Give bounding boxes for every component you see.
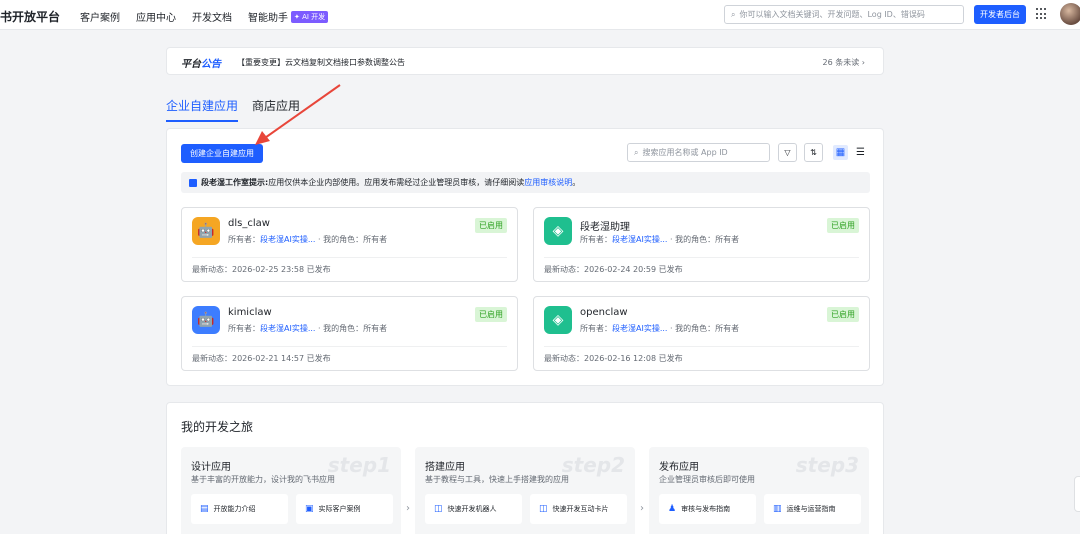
app-tabs: 企业自建应用 商店应用	[166, 97, 300, 122]
search-icon: ⌕	[731, 9, 736, 19]
brand-logo[interactable]: 书开放平台	[0, 8, 60, 25]
developer-console-button[interactable]: 开发者后台	[974, 5, 1026, 24]
avatar[interactable]	[1060, 3, 1080, 25]
step-build: 搭建应用 基于教程与工具，快速上手搭建我的应用 step2 ◫ 快速开发机器人 ◫…	[415, 447, 635, 534]
bot-quickstart-button[interactable]: ◫ 快速开发机器人	[425, 494, 522, 524]
robot-icon: 🤖	[192, 217, 220, 245]
ai-label: 智能助手	[248, 13, 288, 24]
grid-view-icon[interactable]: ▦	[833, 145, 848, 160]
app-name: openclaw	[580, 307, 628, 318]
app-meta: 所有者：段老湿AI实操... · 我的角色：所有者	[580, 324, 740, 333]
unread-count-link[interactable]: 26 条未读 ›	[823, 57, 865, 68]
review-guide-link[interactable]: 应用审核说明	[524, 177, 572, 188]
status-badge: 已启用	[827, 218, 859, 233]
divider	[192, 346, 507, 347]
capabilities-intro-button[interactable]: ▤ 开放能力介绍	[191, 494, 288, 524]
search-placeholder: 你可以输入文档关键词、开发问题、Log ID、错误码	[739, 10, 925, 19]
tip-bar: 段老湿工作室提示: 应用仅供本企业内部使用。应用发布需经过企业管理员审核，请仔细…	[181, 172, 870, 193]
app-search-input[interactable]: ⌕ 搜索应用名称或 App ID	[627, 143, 770, 162]
cube-icon: ◈	[544, 217, 572, 245]
step-title: 搭建应用	[425, 462, 465, 473]
app-latest: 最新动态：2026-02-21 14:57 已发布	[192, 354, 331, 363]
chevron-right-icon: ›	[640, 503, 644, 514]
app-latest: 最新动态：2026-02-24 20:59 已发布	[544, 265, 683, 274]
user-icon: ♟	[668, 504, 677, 514]
step-number: step1	[327, 453, 391, 477]
status-badge: 已启用	[827, 307, 859, 322]
step-publish: 发布应用 企业管理员审核后即可使用 step3 ♟ 审核与发布指南 ▥ 运维与运营指…	[649, 447, 869, 534]
create-app-button[interactable]: 创建企业自建应用	[181, 144, 263, 163]
chart-icon: ▥	[773, 504, 782, 514]
doc-search-input[interactable]: ⌕ 你可以输入文档关键词、开发问题、Log ID、错误码	[724, 5, 964, 24]
app-card[interactable]: 🤖 dls_claw 所有者：段老湿AI实操... · 我的角色：所有者 已启用…	[181, 207, 518, 282]
tip-text: 应用仅供本企业内部使用。应用发布需经过企业管理员审核，请仔细阅读	[268, 178, 525, 187]
cube-icon: ◈	[544, 306, 572, 334]
tab-store-apps[interactable]: 商店应用	[252, 97, 300, 122]
announcement-bar: 平台公告 【重要变更】云文档复制文档接口参数调整公告 26 条未读 ›	[166, 47, 884, 75]
app-latest: 最新动态：2026-02-25 23:58 已发布	[192, 265, 331, 274]
nav-cases[interactable]: 客户案例	[80, 9, 120, 24]
doc-icon: ▤	[200, 504, 209, 514]
apps-panel: 创建企业自建应用 ⌕ 搜索应用名称或 App ID ▽ ⇅ ▦ ☰ 段老湿工作室…	[166, 128, 884, 386]
chevron-right-icon: ›	[406, 503, 410, 514]
list-view-icon[interactable]: ☰	[853, 145, 868, 160]
step-desc: 基于丰富的开放能力，设计我的飞书应用	[191, 475, 335, 484]
ops-guide-button[interactable]: ▥ 运维与运营指南	[764, 494, 861, 524]
nav-ai-assistant[interactable]: 智能助手 ✦ AI 开发	[248, 9, 329, 24]
app-card[interactable]: ◈ openclaw 所有者：段老湿AI实操... · 我的角色：所有者 已启用…	[533, 296, 870, 371]
tab-custom-apps[interactable]: 企业自建应用	[166, 97, 239, 122]
app-name: kimiclaw	[228, 307, 272, 318]
app-card[interactable]: ◈ 段老湿助理 所有者：段老湿AI实操... · 我的角色：所有者 已启用 最新…	[533, 207, 870, 282]
ai-badge: ✦ AI 开发	[291, 10, 329, 23]
journey-title: 我的开发之旅	[181, 420, 254, 434]
customer-cases-button[interactable]: ▣ 实际客户案例	[296, 494, 393, 524]
status-badge: 已启用	[475, 307, 507, 322]
nav-docs[interactable]: 开发文档	[192, 9, 232, 24]
app-name: 段老湿助理	[580, 222, 630, 233]
top-navbar: 书开放平台 客户案例 应用中心 开发文档 智能助手 ✦ AI 开发 ⌕ 你可以输…	[0, 0, 1080, 30]
apps-grid-icon[interactable]	[1036, 8, 1048, 20]
tip-end: 。	[572, 178, 581, 187]
app-name: dls_claw	[228, 218, 270, 229]
sort-icon[interactable]: ⇅	[804, 143, 823, 162]
divider	[544, 257, 859, 258]
card-icon: ◫	[539, 504, 548, 514]
dev-journey-section: 我的开发之旅 设计应用 基于丰富的开放能力，设计我的飞书应用 step1 ▤ 开放…	[166, 402, 884, 534]
main-nav: 客户案例 应用中心 开发文档 智能助手 ✦ AI 开发	[80, 9, 329, 24]
step-title: 发布应用	[659, 462, 699, 473]
card-quickstart-button[interactable]: ◫ 快速开发互动卡片	[530, 494, 627, 524]
step-desc: 企业管理员审核后即可使用	[659, 475, 755, 484]
step-design: 设计应用 基于丰富的开放能力，设计我的飞书应用 step1 ▤ 开放能力介绍 ▣ 实…	[181, 447, 401, 534]
tip-title: 段老湿工作室提示:	[201, 178, 269, 187]
app-search-placeholder: 搜索应用名称或 App ID	[642, 148, 728, 157]
app-latest: 最新动态：2026-02-16 12:08 已发布	[544, 354, 683, 363]
announcement-text[interactable]: 【重要变更】云文档复制文档接口参数调整公告	[237, 57, 405, 68]
step-desc: 基于教程与工具，快速上手搭建我的应用	[425, 475, 569, 484]
step-number: step2	[561, 453, 625, 477]
side-float-tab[interactable]	[1074, 476, 1080, 512]
review-guide-button[interactable]: ♟ 审核与发布指南	[659, 494, 756, 524]
step-number: step3	[795, 453, 859, 477]
divider	[192, 257, 507, 258]
app-meta: 所有者：段老湿AI实操... · 我的角色：所有者	[580, 235, 740, 244]
app-meta: 所有者：段老湿AI实操... · 我的角色：所有者	[228, 235, 388, 244]
app-meta: 所有者：段老湿AI实操... · 我的角色：所有者	[228, 324, 388, 333]
case-icon: ▣	[305, 504, 314, 514]
robot-icon: 🤖	[192, 306, 220, 334]
filter-icon[interactable]: ▽	[778, 143, 797, 162]
nav-app-center[interactable]: 应用中心	[136, 9, 176, 24]
status-badge: 已启用	[475, 218, 507, 233]
announcement-logo: 平台公告	[181, 59, 221, 70]
search-icon: ⌕	[634, 147, 639, 157]
divider	[544, 346, 859, 347]
app-card[interactable]: 🤖 kimiclaw 所有者：段老湿AI实操... · 我的角色：所有者 已启用…	[181, 296, 518, 371]
step-title: 设计应用	[191, 462, 231, 473]
info-icon	[189, 178, 197, 187]
bot-icon: ◫	[434, 504, 443, 514]
